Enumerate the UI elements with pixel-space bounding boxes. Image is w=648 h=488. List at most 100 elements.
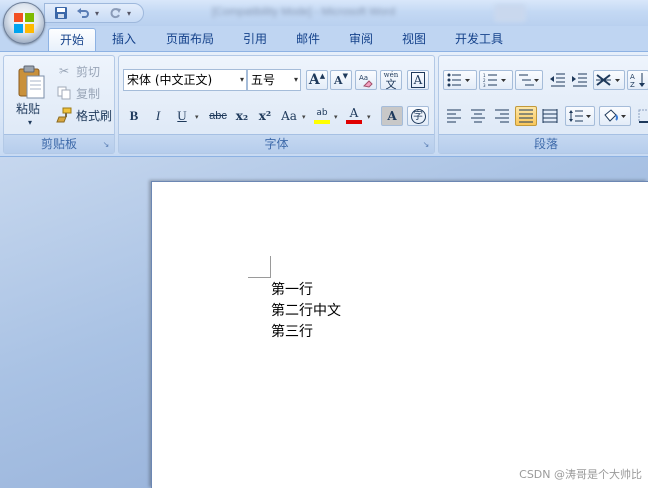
font-color-button[interactable]: A: [343, 106, 365, 126]
grow-font-button[interactable]: A ▲: [306, 70, 328, 90]
superscript-button[interactable]: x²: [254, 106, 276, 126]
tab-insert[interactable]: 插入: [103, 28, 145, 52]
cut-button[interactable]: ✂ 剪切: [56, 61, 100, 81]
align-left-button[interactable]: [443, 106, 465, 126]
font-color-bar: [346, 120, 362, 124]
underline-button[interactable]: U: [171, 106, 193, 126]
font-name-combo[interactable]: 宋体 (中文正文) ▾: [123, 69, 247, 91]
line-spacing-button[interactable]: [565, 106, 595, 126]
change-case-dropdown-icon[interactable]: ▾: [302, 113, 306, 121]
up-arrow-icon: ▲: [319, 72, 326, 80]
highlight-dropdown-icon[interactable]: ▾: [334, 113, 338, 121]
font-size-combo[interactable]: 五号 ▾: [247, 69, 301, 91]
tab-developer[interactable]: 开发工具: [447, 28, 511, 52]
phonetic-guide-button[interactable]: wén 文: [380, 70, 402, 90]
office-button[interactable]: [3, 2, 45, 44]
clear-formatting-button[interactable]: Aa: [355, 70, 377, 90]
document-line[interactable]: 第二行中文: [271, 300, 341, 320]
chevron-down-icon: ▾: [239, 75, 244, 84]
justify-icon: [519, 109, 533, 123]
tab-mailings[interactable]: 邮件: [287, 28, 329, 52]
document-page[interactable]: 第一行 第二行中文 第三行: [151, 181, 648, 488]
shading-button[interactable]: [599, 106, 631, 126]
character-border-icon: A: [410, 72, 426, 88]
italic-button[interactable]: I: [147, 106, 169, 126]
align-right-icon: [495, 109, 509, 123]
enclose-characters-icon: 字: [410, 108, 426, 124]
redo-icon[interactable]: [105, 5, 125, 21]
bullets-button[interactable]: [443, 70, 477, 90]
bold-button[interactable]: B: [123, 106, 145, 126]
svg-text:A: A: [630, 73, 635, 81]
sort-icon: AZ: [630, 73, 645, 88]
subscript-button[interactable]: x₂: [231, 106, 253, 126]
tab-view[interactable]: 视图: [393, 28, 435, 52]
paste-label: 粘贴: [16, 102, 41, 116]
cut-label: 剪切: [76, 64, 101, 79]
numbering-button[interactable]: 123: [479, 70, 513, 90]
font-group: 宋体 (中文正文) ▾ 五号 ▾ A ▲ A ▼ Aa wén 文 A B I U …: [118, 55, 435, 154]
save-icon[interactable]: [51, 5, 71, 21]
dialog-launcher-icon[interactable]: ↘: [421, 140, 431, 150]
customize-qat-icon[interactable]: ▾: [127, 9, 135, 18]
tab-references[interactable]: 引用: [234, 28, 276, 52]
chinese-layout-button[interactable]: [593, 70, 625, 90]
ribbon: 粘贴 ▾ ✂ 剪切 复制 格式刷 剪贴板 ↘ 宋体 (中文正文) ▾ 五号 ▾ …: [0, 51, 648, 157]
down-arrow-icon: ▼: [342, 72, 348, 80]
increase-indent-button[interactable]: [569, 70, 591, 90]
document-line[interactable]: 第三行: [271, 321, 313, 341]
window-title: [Compatibility Mode] - Microsoft Word: [212, 6, 396, 18]
quick-access-toolbar: ▾ ▾: [44, 3, 144, 23]
tab-home[interactable]: 开始: [48, 28, 96, 52]
document-line[interactable]: 第一行: [271, 279, 313, 299]
margin-corner-mark: [248, 256, 271, 278]
enclose-characters-button[interactable]: 字: [407, 106, 429, 126]
justify-button[interactable]: [515, 106, 537, 126]
align-center-button[interactable]: [467, 106, 489, 126]
line-spacing-icon: [569, 110, 591, 122]
strikethrough-button[interactable]: abc: [205, 106, 231, 126]
window-control-button[interactable]: [494, 4, 526, 22]
multilevel-list-button[interactable]: [515, 70, 543, 90]
align-center-icon: [471, 109, 485, 123]
svg-text:3: 3: [483, 83, 486, 87]
highlight-icon: ab: [316, 107, 328, 118]
undo-dropdown-icon[interactable]: ▾: [95, 9, 103, 18]
font-size-value: 五号: [251, 73, 276, 87]
font-name-value: 宋体 (中文正文): [127, 73, 213, 87]
svg-text:Z: Z: [630, 81, 635, 88]
borders-icon: [638, 109, 648, 123]
align-right-button[interactable]: [491, 106, 513, 126]
change-case-button[interactable]: Aa: [278, 106, 300, 126]
distributed-icon: [542, 109, 558, 123]
character-shading-button[interactable]: A: [381, 106, 403, 126]
phonetic-guide-icon: 文: [385, 78, 397, 91]
highlight-button[interactable]: ab: [311, 106, 333, 126]
scissors-icon: ✂: [58, 64, 70, 78]
office-logo-icon: [14, 13, 34, 33]
distributed-button[interactable]: [539, 106, 561, 126]
undo-icon[interactable]: [73, 5, 93, 21]
paragraph-group-label: 段落: [439, 134, 648, 153]
svg-text:Aa: Aa: [359, 74, 368, 82]
character-border-button[interactable]: A: [407, 70, 429, 90]
font-color-dropdown-icon[interactable]: ▾: [367, 113, 371, 121]
underline-dropdown-icon[interactable]: ▾: [195, 113, 199, 121]
decrease-indent-button[interactable]: [547, 70, 569, 90]
paste-dropdown-icon[interactable]: ▾: [28, 118, 32, 127]
tab-page-layout[interactable]: 页面布局: [158, 28, 222, 52]
shrink-font-button[interactable]: A ▼: [330, 70, 352, 90]
ribbon-tabs: 开始 插入 页面布局 引用 邮件 审阅 视图 开发工具: [0, 26, 648, 52]
format-painter-button[interactable]: 格式刷: [56, 105, 112, 125]
chevron-down-icon: ▾: [293, 75, 298, 84]
highlight-color-bar: [314, 119, 330, 124]
dialog-launcher-icon[interactable]: ↘: [101, 140, 111, 150]
copy-button[interactable]: 复制: [56, 83, 100, 103]
align-left-icon: [447, 109, 461, 123]
borders-button[interactable]: [635, 106, 648, 126]
chinese-layout-icon: [596, 74, 620, 86]
copy-label: 复制: [76, 86, 101, 101]
tab-review[interactable]: 审阅: [340, 28, 382, 52]
sort-button[interactable]: AZ: [627, 70, 648, 90]
clear-formatting-icon: Aa: [359, 74, 373, 88]
